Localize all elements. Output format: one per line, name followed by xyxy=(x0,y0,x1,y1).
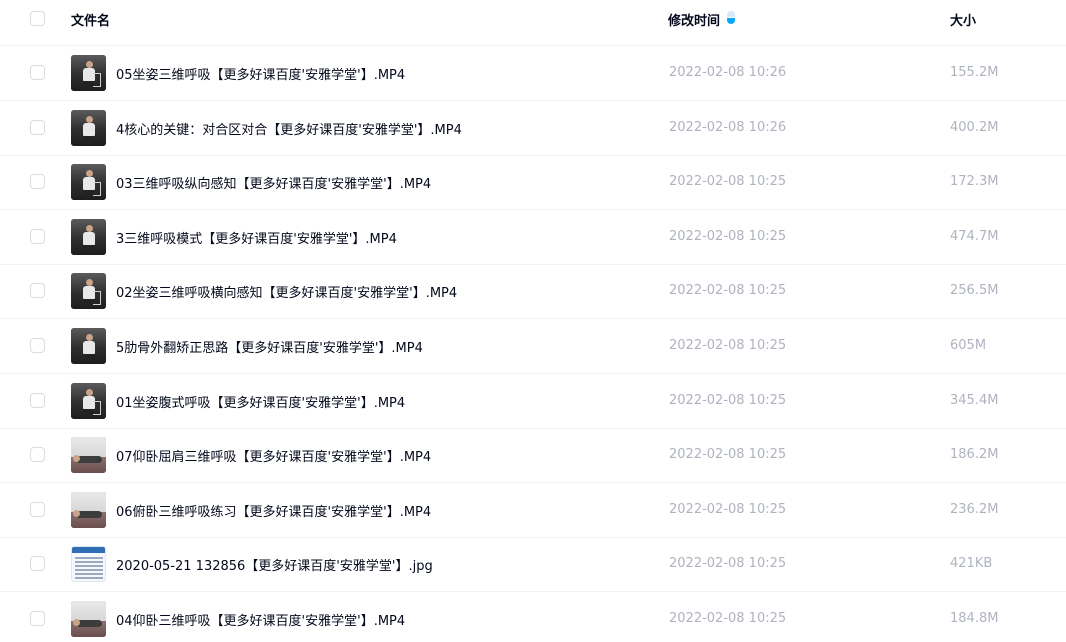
file-size: 184.8M xyxy=(950,611,999,626)
file-row-checkbox[interactable] xyxy=(30,501,45,517)
file-row-checkbox[interactable] xyxy=(30,174,45,190)
file-size: 421KB xyxy=(950,556,993,572)
video-thumbnail[interactable] xyxy=(71,437,106,474)
file-row-checkbox[interactable] xyxy=(30,611,45,626)
file-size: 172.3M xyxy=(950,174,999,190)
select-all-checkbox[interactable] xyxy=(30,11,45,26)
column-header-name[interactable]: 文件名 xyxy=(71,10,110,29)
file-row-checkbox[interactable] xyxy=(30,338,45,353)
video-thumbnail[interactable] xyxy=(71,218,106,255)
file-size: 474.7M xyxy=(950,228,999,244)
file-name[interactable]: 06俯卧三维呼吸练习【更多好课百度'安雅学堂'】.MP4 xyxy=(116,501,431,520)
file-list-header: 文件名 修改时间 大小 xyxy=(0,0,1066,46)
file-name[interactable]: 05坐姿三维呼吸【更多好课百度'安雅学堂'】.MP4 xyxy=(116,64,405,83)
file-row[interactable]: 5肋骨外翻矫正思路【更多好课百度'安雅学堂'】.MP4 2022-02-08 10… xyxy=(0,319,1066,374)
file-modified-time: 2022-02-08 10:25 xyxy=(669,283,787,299)
file-size: 256.5M xyxy=(950,283,999,299)
file-name[interactable]: 01坐姿腹式呼吸【更多好课百度'安雅学堂'】.MP4 xyxy=(116,392,405,411)
file-name[interactable]: 07仰卧屈肩三维呼吸【更多好课百度'安雅学堂'】.MP4 xyxy=(116,446,431,465)
file-modified-time: 2022-02-08 10:25 xyxy=(669,611,787,626)
file-name[interactable]: 3三维呼吸模式【更多好课百度'安雅学堂'】.MP4 xyxy=(116,228,397,247)
file-modified-time: 2022-02-08 10:25 xyxy=(669,501,787,517)
file-modified-time: 2022-02-08 10:25 xyxy=(669,228,787,244)
column-header-modified-time[interactable]: 修改时间 xyxy=(668,10,720,29)
file-name[interactable]: 02坐姿三维呼吸横向感知【更多好课百度'安雅学堂'】.MP4 xyxy=(116,282,457,301)
file-row[interactable]: 02坐姿三维呼吸横向感知【更多好课百度'安雅学堂'】.MP4 2022-02-08… xyxy=(0,264,1066,320)
video-thumbnail[interactable] xyxy=(71,491,106,528)
column-header-size[interactable]: 大小 xyxy=(950,10,976,29)
file-size: 186.2M xyxy=(950,447,999,463)
file-name[interactable]: 04仰卧三维呼吸【更多好课百度'安雅学堂'】.MP4 xyxy=(116,610,405,629)
file-row-checkbox[interactable] xyxy=(30,447,45,463)
file-size: 605M xyxy=(950,338,987,353)
image-thumbnail[interactable] xyxy=(71,546,106,583)
video-thumbnail[interactable] xyxy=(71,273,106,310)
video-thumbnail[interactable] xyxy=(71,55,106,91)
file-size: 236.2M xyxy=(950,501,999,517)
file-modified-time: 2022-02-08 10:26 xyxy=(669,65,787,80)
file-size: 400.2M xyxy=(950,119,999,135)
file-modified-time: 2022-02-08 10:25 xyxy=(669,447,787,463)
file-row[interactable]: 03三维呼吸纵向感知【更多好课百度'安雅学堂'】.MP4 2022-02-08 1… xyxy=(0,155,1066,211)
file-size: 155.2M xyxy=(950,65,999,80)
file-size: 345.4M xyxy=(950,392,999,408)
file-row[interactable]: 2020-05-21 132856【更多好课百度'安雅学堂'】.jpg 2022-… xyxy=(0,537,1066,593)
file-name[interactable]: 03三维呼吸纵向感知【更多好课百度'安雅学堂'】.MP4 xyxy=(116,173,431,192)
file-row[interactable]: 06俯卧三维呼吸练习【更多好课百度'安雅学堂'】.MP4 2022-02-08 1… xyxy=(0,483,1066,538)
video-thumbnail[interactable] xyxy=(71,109,106,146)
video-thumbnail[interactable] xyxy=(71,382,106,419)
file-name[interactable]: 5肋骨外翻矫正思路【更多好课百度'安雅学堂'】.MP4 xyxy=(116,337,423,356)
file-modified-time: 2022-02-08 10:25 xyxy=(669,556,787,572)
file-row-checkbox[interactable] xyxy=(30,392,45,408)
video-thumbnail[interactable] xyxy=(71,328,106,364)
file-modified-time: 2022-02-08 10:26 xyxy=(669,119,787,135)
file-row-checkbox[interactable] xyxy=(30,556,45,572)
video-thumbnail[interactable] xyxy=(71,164,106,201)
file-name[interactable]: 2020-05-21 132856【更多好课百度'安雅学堂'】.jpg xyxy=(116,555,433,574)
file-modified-time: 2022-02-08 10:25 xyxy=(669,392,787,408)
file-row[interactable]: 04仰卧三维呼吸【更多好课百度'安雅学堂'】.MP4 2022-02-08 10:… xyxy=(0,592,1066,642)
file-row-checkbox[interactable] xyxy=(30,119,45,135)
file-modified-time: 2022-02-08 10:25 xyxy=(669,338,787,353)
file-name[interactable]: 4核心的关键：对合区对合【更多好课百度'安雅学堂'】.MP4 xyxy=(116,119,462,138)
file-row-checkbox[interactable] xyxy=(30,228,45,244)
file-row[interactable]: 4核心的关键：对合区对合【更多好课百度'安雅学堂'】.MP4 2022-02-08… xyxy=(0,101,1066,156)
file-row-checkbox[interactable] xyxy=(30,65,45,80)
video-thumbnail[interactable] xyxy=(71,601,106,637)
file-row[interactable]: 07仰卧屈肩三维呼吸【更多好课百度'安雅学堂'】.MP4 2022-02-08 1… xyxy=(0,428,1066,484)
file-row[interactable]: 01坐姿腹式呼吸【更多好课百度'安雅学堂'】.MP4 2022-02-08 10:… xyxy=(0,374,1066,429)
file-row[interactable]: 05坐姿三维呼吸【更多好课百度'安雅学堂'】.MP4 2022-02-08 10:… xyxy=(0,46,1066,101)
file-row-checkbox[interactable] xyxy=(30,283,45,299)
file-row[interactable]: 3三维呼吸模式【更多好课百度'安雅学堂'】.MP4 2022-02-08 10:2… xyxy=(0,210,1066,265)
sort-desc-icon[interactable] xyxy=(727,11,735,24)
file-modified-time: 2022-02-08 10:25 xyxy=(669,174,787,190)
